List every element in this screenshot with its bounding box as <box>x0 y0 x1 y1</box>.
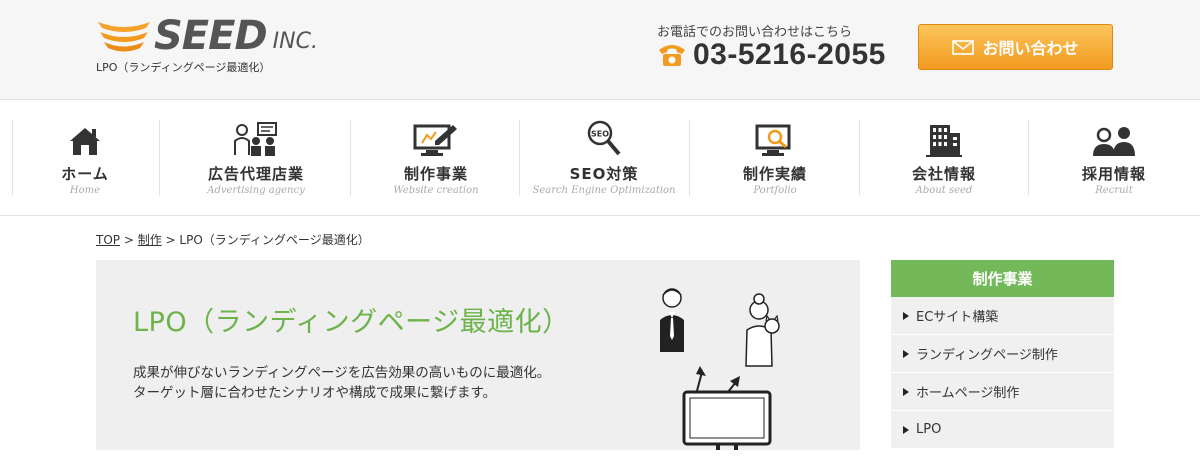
header-tagline: LPO（ランディングページ最適化） <box>96 61 271 74</box>
description-line: 成果が伸びないランディングページを広告効果の高いものに最適化。 <box>133 365 551 381</box>
nav-divider <box>12 120 13 196</box>
brand-suffix: INC. <box>272 28 318 54</box>
breadcrumb-top-link[interactable]: TOP <box>96 233 120 247</box>
breadcrumb-separator: > <box>161 233 180 247</box>
sidebar-item-lpo[interactable]: LPO <box>891 411 1114 449</box>
sidebar-item-ec[interactable]: ECサイト構築 <box>891 297 1114 335</box>
nav-sublabel: Search Engine Optimization <box>532 185 676 196</box>
contact-button-label: お問い合わせ <box>982 39 1079 58</box>
monitor-search-icon <box>755 119 795 157</box>
sidebar-item-label: ホームページ制作 <box>916 386 1020 401</box>
sidebar-item-landing-page[interactable]: ランディングページ制作 <box>891 335 1114 373</box>
nav-sublabel: Website creation <box>393 185 479 196</box>
meeting-people-icon <box>232 119 280 157</box>
triangle-bullet-icon <box>903 387 909 396</box>
nav-label: 制作事業 <box>403 165 468 183</box>
nav-divider <box>859 120 860 196</box>
brand-name: SEED <box>154 13 268 59</box>
nav-label: 広告代理店業 <box>207 165 304 183</box>
page-hero: LPO（ランディングページ最適化） 成果が伸びないランディングページを広告効果の… <box>96 260 860 450</box>
house-icon <box>68 119 102 157</box>
description-line: ターゲット層に合わせたシナリオや構成で成果に繋げます。 <box>133 385 497 401</box>
site-header: SEED INC. LPO（ランディングページ最適化） お電話でのお問い合わせは… <box>0 0 1200 100</box>
nav-item-recruit[interactable]: 採用情報 Recruit <box>1040 119 1188 197</box>
telephone-icon <box>657 42 687 68</box>
nav-divider <box>689 120 690 196</box>
monitor-with-users-illustration <box>656 286 826 450</box>
breadcrumb: TOP > 制作 > LPO（ランディングページ最適化） <box>96 231 370 248</box>
monitor-pen-icon <box>413 119 459 157</box>
nav-label: 制作実績 <box>742 165 807 183</box>
global-nav: ホーム Home 広告代理店業 Advertising agency 制作事業 … <box>0 100 1200 216</box>
nav-sublabel: Recruit <box>1095 185 1133 196</box>
nav-sublabel: Portfolio <box>753 185 797 196</box>
triangle-bullet-icon <box>903 349 909 358</box>
triangle-bullet-icon <box>903 425 909 434</box>
envelope-icon <box>952 39 975 55</box>
nav-label: ホーム <box>61 165 109 183</box>
nav-divider <box>519 120 520 196</box>
site-logo[interactable]: SEED INC. <box>96 14 356 58</box>
page-title: LPO（ランディングページ最適化） <box>133 307 570 338</box>
nav-item-home[interactable]: ホーム Home <box>24 119 146 197</box>
nav-item-website-creation[interactable]: 制作事業 Website creation <box>362 119 510 197</box>
building-icon <box>924 119 964 157</box>
nav-item-about[interactable]: 会社情報 About seed <box>870 119 1018 197</box>
contact-button[interactable]: お問い合わせ <box>918 24 1113 70</box>
triangle-bullet-icon <box>903 311 909 320</box>
page-description: 成果が伸びないランディングページを広告効果の高いものに最適化。 ターゲット層に合… <box>133 363 550 403</box>
nav-sublabel: About seed <box>915 185 973 196</box>
nav-sublabel: Advertising agency <box>207 185 305 196</box>
sidebar-item-label: LPO <box>916 422 942 437</box>
nav-item-advertising[interactable]: 広告代理店業 Advertising agency <box>171 119 341 197</box>
nav-item-portfolio[interactable]: 制作実績 Portfolio <box>700 119 850 197</box>
phone-number[interactable]: 03-5216-2055 <box>693 38 886 72</box>
people-icon <box>1090 119 1138 157</box>
nav-sublabel: Home <box>69 185 101 196</box>
nav-divider <box>350 120 351 196</box>
sidebar-heading: 制作事業 <box>891 260 1114 297</box>
sidebar-item-label: ランディングページ制作 <box>916 348 1058 363</box>
nav-divider <box>1028 120 1029 196</box>
nav-label: 採用情報 <box>1081 165 1146 183</box>
nav-divider <box>159 120 160 196</box>
nav-item-seo[interactable]: SEO SEO対策 Search Engine Optimization <box>529 119 679 197</box>
phone-row[interactable]: 03-5216-2055 <box>657 38 886 72</box>
sidebar: 制作事業 ECサイト構築 ランディングページ制作 ホームページ制作 LPO <box>891 260 1114 449</box>
sidebar-item-label: ECサイト構築 <box>916 310 999 325</box>
breadcrumb-separator: > <box>120 233 138 247</box>
nav-label: SEO対策 <box>569 165 639 183</box>
svg-text:SEO: SEO <box>591 130 609 139</box>
breadcrumb-parent-link[interactable]: 制作 <box>138 233 162 247</box>
sidebar-item-homepage[interactable]: ホームページ制作 <box>891 373 1114 411</box>
breadcrumb-current: LPO（ランディングページ最適化） <box>179 233 370 247</box>
seed-logo-icon <box>96 16 152 56</box>
seo-magnifier-icon: SEO <box>586 119 622 157</box>
nav-label: 会社情報 <box>911 165 976 183</box>
